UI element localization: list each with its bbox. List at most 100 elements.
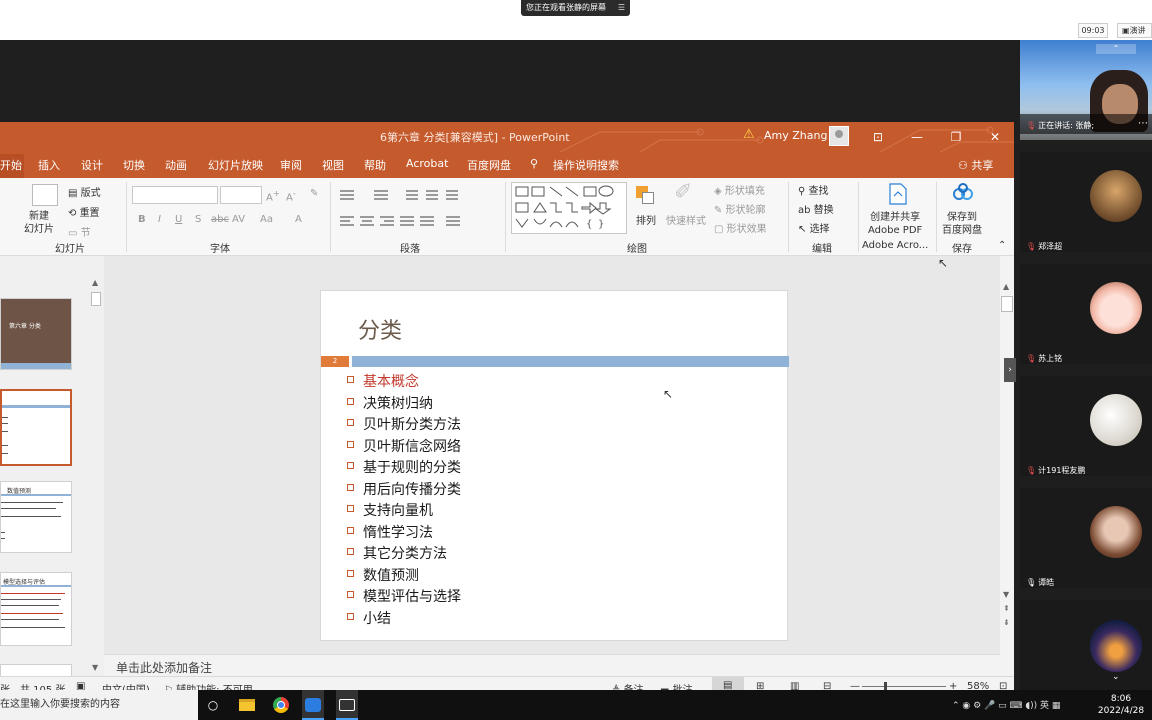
tab-design[interactable]: 设计 [81,157,103,173]
collapse-strip-icon[interactable]: ⌃ [1096,44,1136,54]
scroll-up-icon[interactable]: ▲ [92,278,98,287]
banner-menu-icon[interactable]: ☰ [618,0,625,16]
tab-home-label[interactable]: 开始 [0,157,22,173]
scroll-down-icon[interactable]: ▼ [92,663,98,672]
close-button[interactable]: ✕ [985,128,1005,146]
user-name[interactable]: Amy Zhang [764,129,827,142]
meeting-app-icon[interactable] [302,690,324,720]
section-button[interactable]: ▭ 节 [68,224,91,239]
slide-thumbnail-selected[interactable] [0,389,72,466]
adobe-pdf-icon[interactable] [886,182,910,208]
tab-transitions[interactable]: 切换 [123,157,145,173]
quick-styles-icon[interactable]: ✐ [674,182,700,204]
reset-button[interactable]: ⟲ 重置 [68,204,100,219]
collapse-ribbon-icon[interactable]: ⌃ [998,240,1006,251]
grow-font-icon[interactable]: A+ [266,188,280,203]
underline-icon[interactable]: U [175,214,182,225]
minimize-button[interactable]: — [907,128,927,146]
user-avatar[interactable] [829,126,849,146]
shapes-gallery[interactable]: { } [511,182,627,234]
strip-toggle-icon[interactable]: › [1004,358,1016,382]
bullet-item[interactable]: 基于规则的分类 [345,455,765,477]
zoom-slider[interactable] [862,686,946,687]
baidu-cloud-icon[interactable] [951,182,975,204]
ime-indicator[interactable]: 英 [1040,701,1049,711]
font-color-icon[interactable]: A [295,214,302,225]
new-slide-icon[interactable] [32,184,58,206]
participant-tile[interactable]: 🎙 计191程友鹏 [1020,376,1152,476]
tab-slideshow[interactable]: 幻灯片放映 [208,157,263,173]
bullet-list[interactable]: 基本概念 决策树归纳 贝叶斯分类方法 贝叶斯信念网络 基于规则的分类 用后向传播分类 支持向… [345,369,765,627]
scrollbar-thumb[interactable] [91,292,101,306]
tell-me-search[interactable]: 操作说明搜索 [553,157,619,173]
bold-icon[interactable]: B [138,214,146,225]
shape-outline-button[interactable]: ✎ 形状轮廓 [714,201,766,216]
shape-fill-button[interactable]: ◈ 形状填充 [714,182,765,197]
bullet-item[interactable]: 支持向量机 [345,498,765,520]
bullet-item[interactable]: 惰性学习法 [345,520,765,542]
file-explorer-icon[interactable] [238,696,256,714]
screen-share-app-icon[interactable] [336,690,358,720]
clear-format-icon[interactable]: ✎ [310,188,318,199]
font-size-combo[interactable] [220,186,262,204]
arrange-button[interactable]: 排列 [636,212,656,227]
current-slide[interactable]: 分类 2 基本概念 决策树归纳 贝叶斯分类方法 贝叶斯信念网络 基于规则的分类 用后向传播… [320,290,789,641]
slide-scrollbar[interactable]: ▲ ▼ ⇞ ⇟ [1000,282,1014,654]
slide-title[interactable]: 分类 [358,313,402,345]
expand-strip-icon[interactable]: ⌄ [1112,672,1120,682]
font-name-combo[interactable] [132,186,218,204]
speaker-view-button[interactable]: ▣演讲 [1117,23,1152,38]
bullet-item[interactable]: 决策树归纳 [345,391,765,413]
new-slide-button[interactable]: 新建 幻灯片 [24,210,54,236]
shadow-icon[interactable]: S [195,214,201,225]
tab-animations[interactable]: 动画 [165,157,187,173]
replace-button[interactable]: ab 替换 [798,201,834,216]
next-slide-icon[interactable]: ⇟ [1003,618,1010,627]
restore-button[interactable]: ❐ [946,128,966,146]
tab-view[interactable]: 视图 [322,157,344,173]
char-spacing-icon[interactable]: AV [232,214,245,225]
task-view-icon[interactable]: ○ [204,696,222,714]
prev-slide-icon[interactable]: ⇞ [1003,604,1010,613]
participant-tile[interactable]: 🎙 郑泽超 [1020,152,1152,252]
bullet-item[interactable]: 基本概念 [345,369,765,391]
paragraph-tool-icons[interactable] [338,186,498,234]
strikethrough-icon[interactable]: abc [211,214,229,225]
scroll-up-icon[interactable]: ▲ [1003,282,1009,291]
slide-thumbnail[interactable]: 数值预测 [0,481,72,553]
notes-pane[interactable]: 单击此处添加备注 [104,654,1000,676]
shrink-font-icon[interactable]: A- [286,188,296,203]
save-to-baidu-button[interactable]: 保存到 百度网盘 [942,211,982,237]
bullet-item[interactable]: 用后向传播分类 [345,477,765,499]
slide-thumbnail[interactable]: 第六章 分类 [0,298,72,370]
arrange-icon[interactable] [634,184,660,206]
tab-insert[interactable]: 插入 [38,157,60,173]
participant-tile[interactable]: 🎙 苏上铭 [1020,264,1152,364]
layout-button[interactable]: ▤ 版式 [68,184,101,199]
bullet-item[interactable]: 贝叶斯分类方法 [345,412,765,434]
participant-tile[interactable]: ⌄ [1020,600,1152,690]
tile-menu-icon[interactable]: ⋯ [1138,118,1148,129]
tab-review[interactable]: 审阅 [280,157,302,173]
create-pdf-button[interactable]: 创建并共享 Adobe PDF [868,211,922,237]
taskbar-search-input[interactable]: 在这里输入你要搜索的内容 [0,690,198,720]
chrome-icon[interactable] [272,696,290,714]
ribbon-display-icon[interactable]: ⊡ [868,128,888,146]
tab-help[interactable]: 帮助 [364,157,386,173]
bullet-item[interactable]: 数值预测 [345,563,765,585]
select-button[interactable]: ↖ 选择 [798,220,830,235]
bullet-item[interactable]: 模型评估与选择 [345,584,765,606]
share-banner[interactable]: 您正在观看张静的屏幕 ☰ [521,0,630,16]
participant-tile[interactable]: 🎙 谭皓 [1020,488,1152,588]
quick-styles-button[interactable]: 快速样式 [666,212,706,227]
italic-icon[interactable]: I [158,214,161,225]
taskbar-clock[interactable]: 8:06 2022/4/28 [1096,693,1146,717]
thumbnails-scrollbar[interactable]: ▲ ▼ [90,278,102,673]
tab-baidu[interactable]: 百度网盘 [467,157,511,173]
tab-acrobat[interactable]: Acrobat [406,157,448,170]
find-button[interactable]: ⚲ 查找 [798,182,829,197]
slide-thumbnail[interactable]: 模型选择与评估 [0,572,72,646]
scrollbar-thumb[interactable] [1001,296,1013,312]
active-speaker-video[interactable]: 🎙 正在讲话: 张静; ⌃ ⋯ [1020,40,1152,140]
share-button[interactable]: ⚇ 共享 [958,157,993,173]
